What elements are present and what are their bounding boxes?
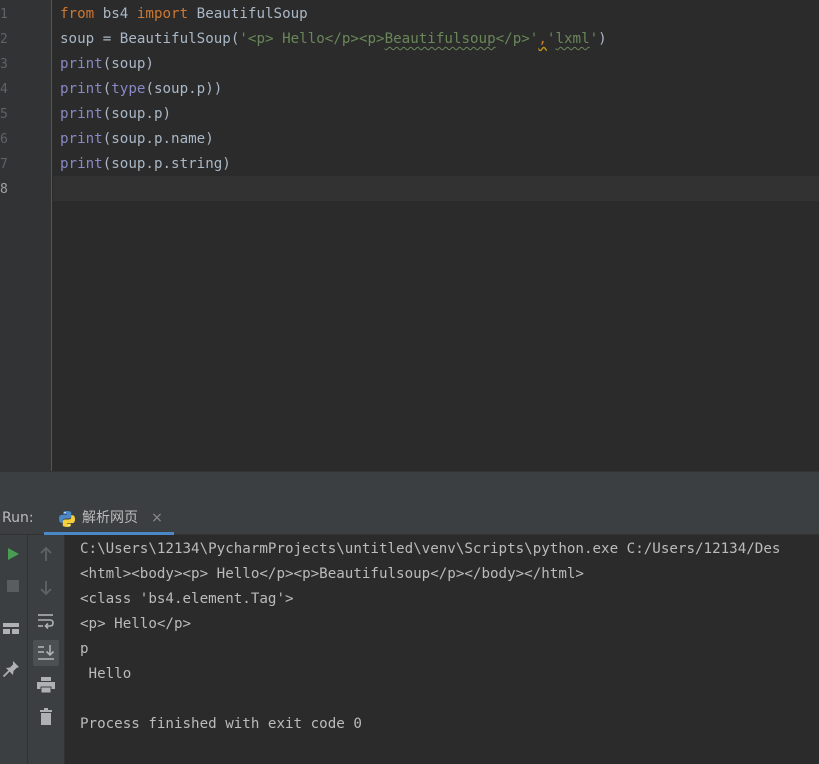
code-token: print	[60, 156, 103, 172]
code-token: print	[60, 81, 103, 97]
code-token: </p>'	[495, 31, 539, 47]
code-token: (	[102, 81, 112, 97]
arrow-up-icon	[40, 546, 52, 561]
code-line[interactable]: from bs4 import BeautifulSoup	[60, 2, 308, 27]
print-button[interactable]	[33, 672, 59, 698]
run-tool-window-header: Run: 解析网页 ×	[0, 502, 819, 535]
run-tab-label: 解析网页	[82, 510, 138, 526]
soft-wrap-icon	[38, 614, 54, 630]
current-line-highlight	[53, 176, 819, 201]
code-line[interactable]: print(type(soup.p))	[60, 77, 222, 102]
code-token: print	[60, 56, 103, 72]
code-token: '<p> Hello</p><p>	[239, 31, 385, 47]
code-token: Beautifulsoup	[384, 31, 496, 47]
line-number: 7	[0, 157, 8, 172]
line-number-gutter: 1 2 3 4 5 6 7 8	[0, 0, 52, 471]
soft-wrap-button[interactable]	[33, 608, 59, 634]
arrow-down-icon	[40, 581, 52, 596]
console-line: p	[80, 641, 89, 657]
line-number: 4	[0, 82, 8, 97]
next-occurrence-button[interactable]	[33, 575, 59, 601]
code-editor[interactable]: 12345678 from bs4 import BeautifulSoup so…	[0, 0, 819, 471]
code-token: '	[589, 31, 599, 47]
console-line: <html><body><p> Hello</p><p>Beautifulsou…	[80, 566, 584, 582]
python-icon	[59, 511, 75, 527]
scroll-to-end-button[interactable]	[33, 640, 59, 666]
code-token: (soup.p.string)	[102, 156, 231, 172]
restore-layout-button[interactable]	[0, 615, 25, 641]
code-line[interactable]: print(soup.p.string)	[60, 152, 231, 177]
line-number: 8	[0, 182, 8, 197]
console-line: Hello	[80, 666, 132, 682]
console-output[interactable]: C:\Users\12134\PycharmProjects\untitled\…	[65, 535, 819, 764]
code-token: ,	[538, 31, 547, 47]
code-line[interactable]: print(soup.p.name)	[60, 127, 214, 152]
code-token: import	[136, 6, 189, 22]
code-token: bs4	[94, 6, 137, 22]
code-line[interactable]: print(soup.p)	[60, 102, 171, 127]
run-label: Run:	[2, 510, 34, 526]
code-token: print	[60, 106, 103, 122]
layout-icon	[3, 623, 19, 634]
run-left-toolbar	[0, 535, 28, 764]
scroll-to-end-icon	[38, 645, 55, 660]
line-number: 1	[0, 7, 8, 22]
console-line: <p> Hello</p>	[80, 616, 192, 632]
stop-button[interactable]	[1, 573, 27, 599]
close-icon[interactable]: ×	[150, 511, 164, 525]
stop-icon	[7, 580, 19, 592]
run-tab[interactable]: 解析网页 ×	[44, 502, 174, 535]
pin-icon	[2, 661, 19, 678]
code-token: soup = BeautifulSoup(	[60, 31, 240, 47]
code-token: BeautifulSoup	[188, 6, 308, 22]
editor-panel-divider[interactable]	[0, 471, 819, 502]
console-line: Process finished with exit code 0	[80, 716, 362, 732]
code-token: )	[598, 31, 607, 47]
line-number: 6	[0, 132, 8, 147]
line-number: 5	[0, 107, 8, 122]
play-icon	[8, 548, 19, 560]
run-console-toolbar	[28, 535, 65, 764]
code-token: (soup.p))	[145, 81, 223, 97]
code-line[interactable]: soup = BeautifulSoup('<p> Hello</p><p>Be…	[60, 27, 607, 52]
print-icon	[37, 677, 55, 694]
line-number: 3	[0, 57, 8, 72]
previous-occurrence-button[interactable]	[33, 541, 59, 567]
code-token: (soup.p.name)	[102, 131, 214, 147]
console-line: C:\Users\12134\PycharmProjects\untitled\…	[80, 541, 781, 557]
line-number: 2	[0, 32, 8, 47]
clear-all-button[interactable]	[33, 704, 59, 730]
code-token: lxml	[555, 31, 590, 47]
code-token: (soup)	[102, 56, 154, 72]
rerun-button[interactable]	[1, 541, 27, 567]
code-token: (soup.p)	[102, 106, 172, 122]
trash-icon	[40, 708, 52, 725]
console-line: <class 'bs4.element.Tag'>	[80, 591, 294, 607]
code-line[interactable]: print(soup)	[60, 52, 154, 77]
pin-tab-button[interactable]	[0, 656, 25, 682]
code-token: print	[60, 131, 103, 147]
code-token: from	[60, 6, 95, 22]
code-token: type	[111, 81, 146, 97]
